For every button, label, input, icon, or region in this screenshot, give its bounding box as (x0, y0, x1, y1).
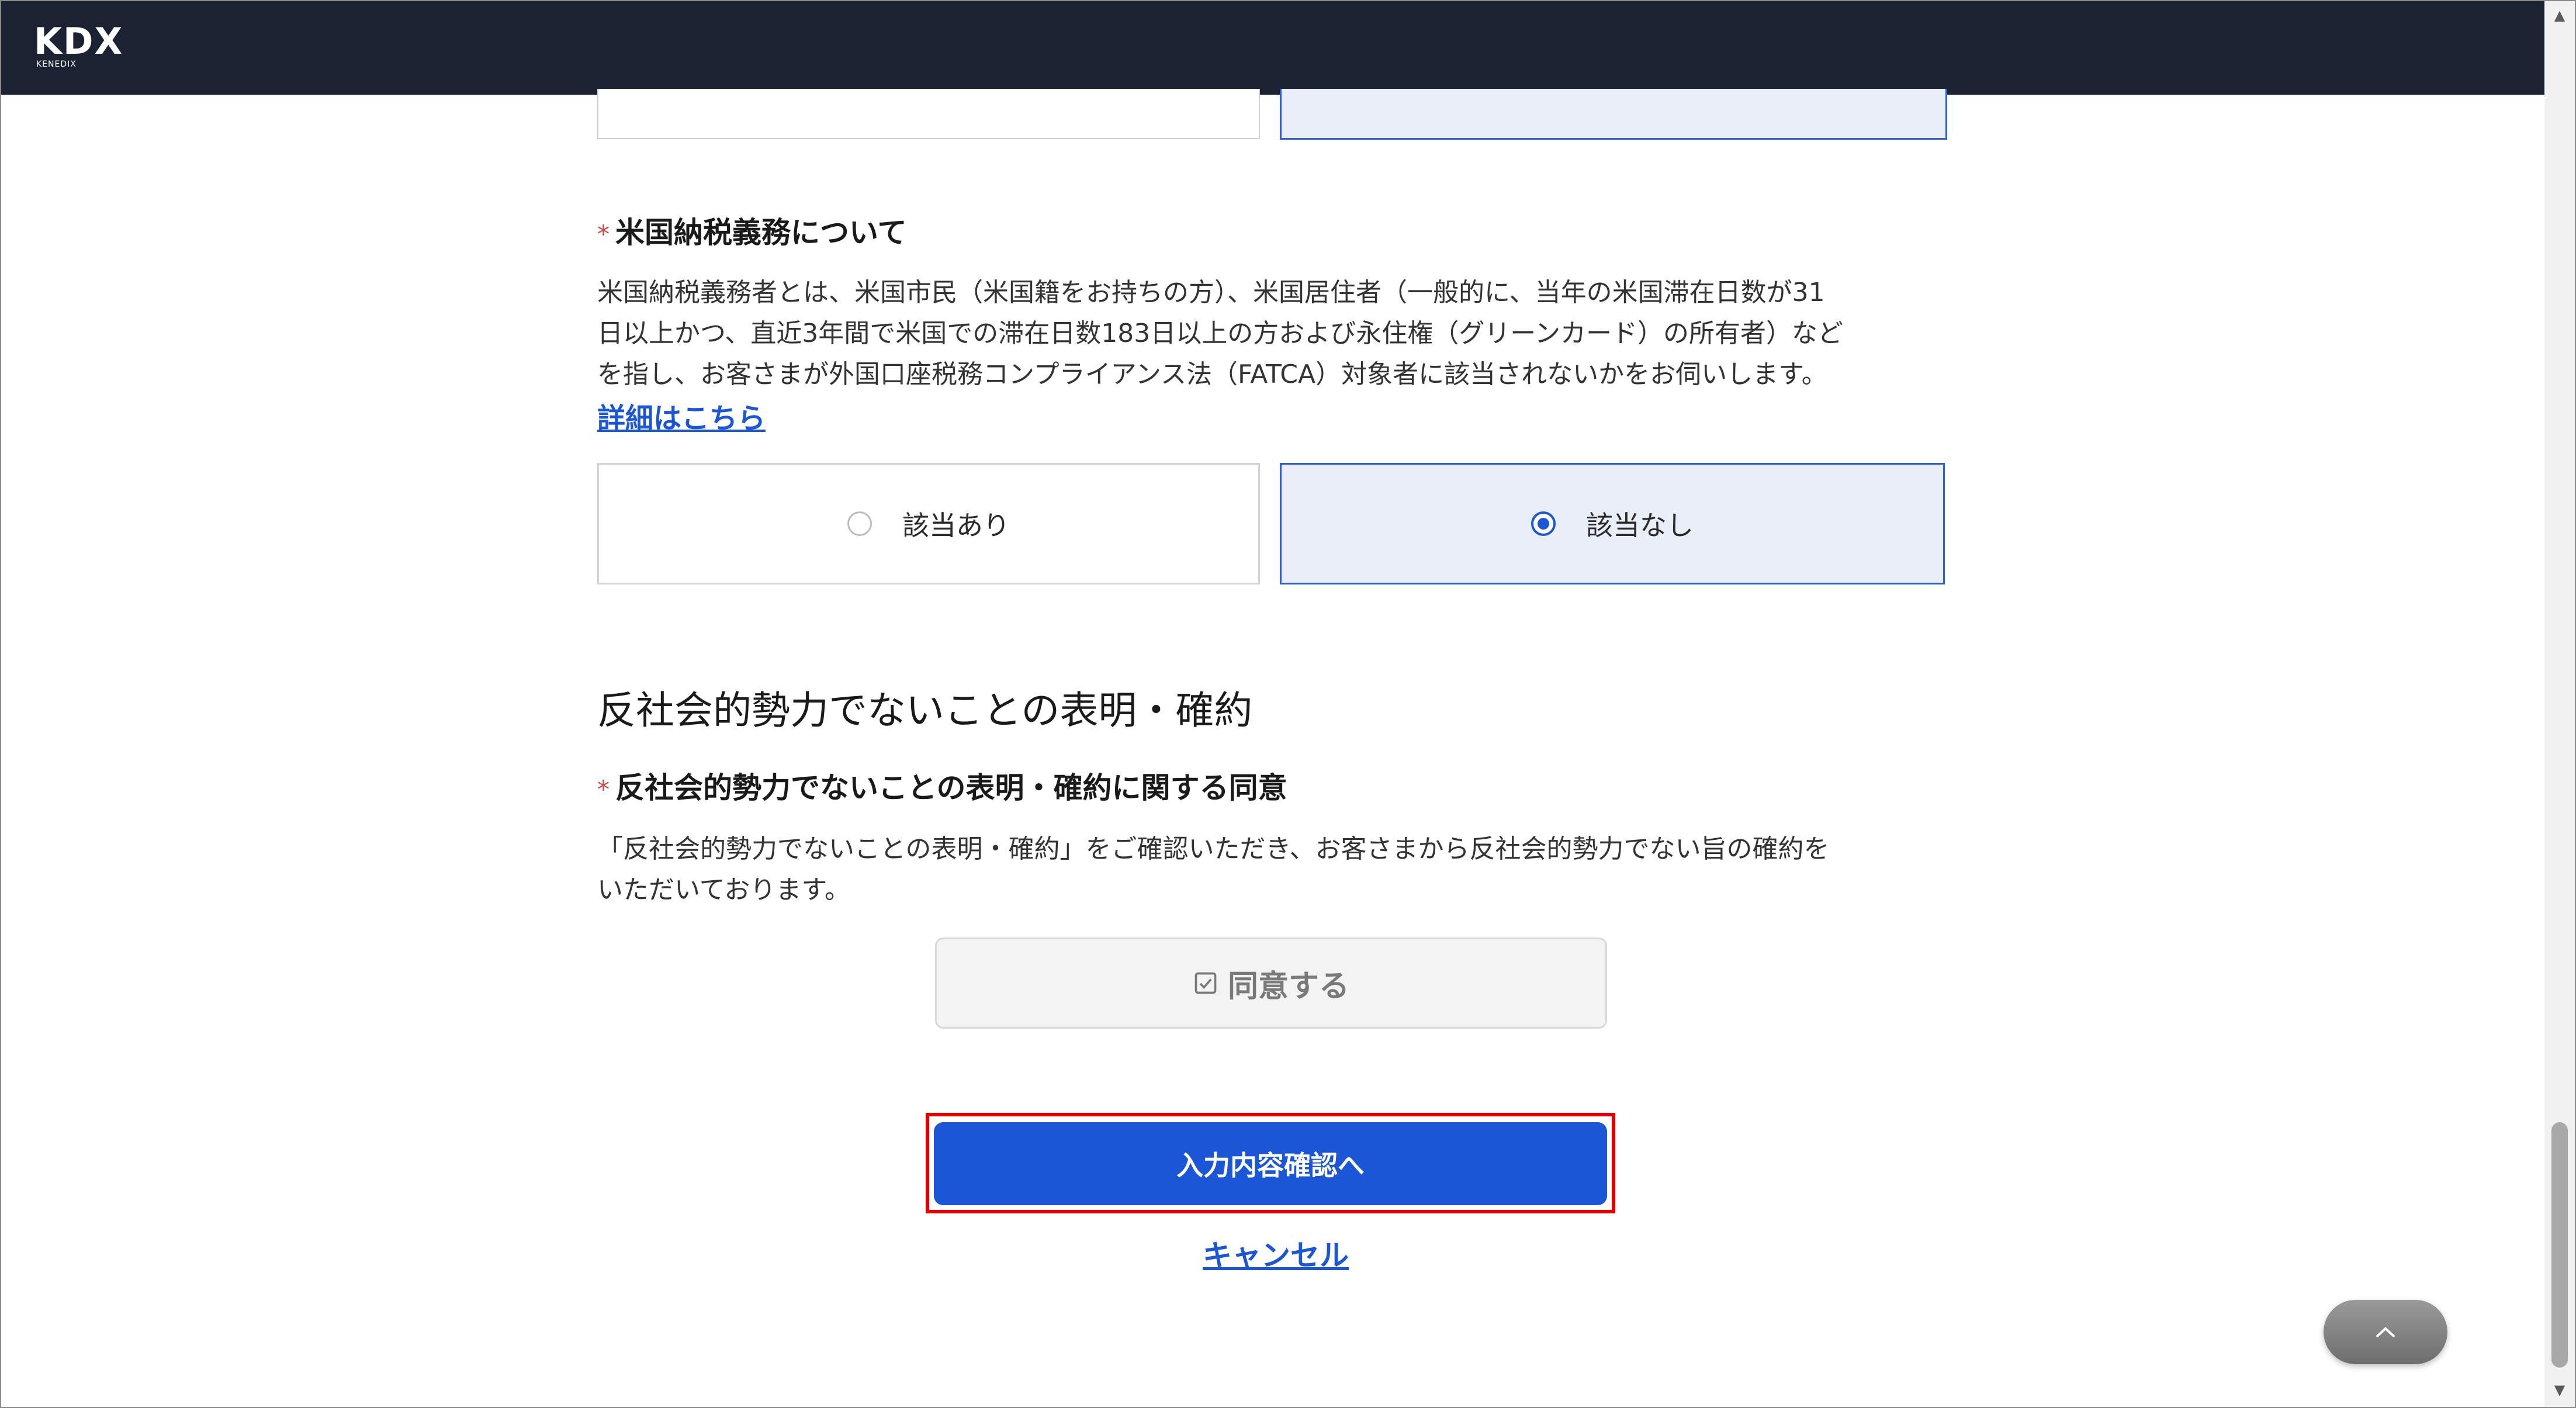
required-mark: * (597, 775, 610, 804)
triangle-down-icon[interactable]: ▼ (2544, 1378, 2575, 1402)
details-link[interactable]: 詳細はこちら (597, 395, 766, 436)
radio-selected-icon (1531, 511, 1556, 536)
antisocial-description-line: 「反社会的勢力でないことの表明・確約」をご確認いただき、お客さまから反社会的勢力… (597, 834, 1830, 864)
radio-label: 該当なし (1586, 510, 1694, 541)
logo-text: KDX (34, 20, 124, 63)
radio-option-applicable[interactable]: 該当あり (597, 463, 1260, 584)
browser-frame: KDX KENEDIX * 米国納税義務について 米国納税義務者とは、米国市民（米… (0, 0, 2576, 1408)
fatca-description-line: 米国納税義務者とは、米国市民（米国籍をお持ちの方）、米国居住者（一般的に、当年の… (597, 278, 1825, 307)
logo-subtext: KENEDIX (36, 60, 77, 69)
vertical-scrollbar[interactable]: ▲ ▼ (2544, 1, 2575, 1407)
previous-option-unselected[interactable] (597, 89, 1260, 139)
confirm-input-button[interactable]: 入力内容確認へ (934, 1122, 1607, 1205)
antisocial-label-text: 反社会的勢力でないことの表明・確約に関する同意 (615, 771, 1287, 805)
previous-option-selected[interactable] (1280, 89, 1947, 140)
agree-checkbox-button[interactable]: 同意する (935, 937, 1607, 1029)
scrollbar-thumb[interactable] (2551, 1122, 2568, 1368)
agree-label: 同意する (1227, 968, 1349, 1004)
kdx-logo[interactable]: KDX KENEDIX (34, 23, 139, 70)
fatca-description-line: を指し、お客さまが外国口座税務コンプライアンス法（FATCA）対象者に該当されな… (597, 359, 1827, 389)
antisocial-label: * 反社会的勢力でないことの表明・確約に関する同意 (597, 764, 1287, 807)
radio-unselected-icon (847, 511, 872, 536)
required-mark: * (597, 220, 610, 248)
radio-option-not-applicable[interactable]: 該当なし (1280, 463, 1945, 584)
back-to-top-button[interactable] (2324, 1300, 2447, 1364)
cancel-link[interactable]: キャンセル (1203, 1232, 1349, 1274)
fatca-label: * 米国納税義務について (597, 209, 907, 251)
antisocial-description-line: いただいております。 (597, 875, 850, 905)
triangle-up-icon[interactable]: ▲ (2544, 4, 2575, 27)
radio-label: 該当あり (902, 510, 1010, 541)
fatca-description-line: 日以上かつ、直近3年間で米国での滞在日数183日以上の方および永住権（グリーンカ… (597, 319, 1844, 348)
fatca-label-text: 米国納税義務について (615, 216, 907, 250)
section-title: 反社会的勢力でないことの表明・確約 (597, 688, 1253, 733)
fatca-description: 米国納税義務者とは、米国市民（米国籍をお持ちの方）、米国居住者（一般的に、当年の… (597, 272, 1953, 395)
antisocial-description: 「反社会的勢力でないことの表明・確約」をご確認いただき、お客さまから反社会的勢力… (597, 829, 1953, 911)
site-header: KDX KENEDIX (1, 1, 2544, 95)
chevron-up-icon (2376, 1327, 2395, 1337)
checkbox-checked-icon (1194, 972, 1217, 994)
